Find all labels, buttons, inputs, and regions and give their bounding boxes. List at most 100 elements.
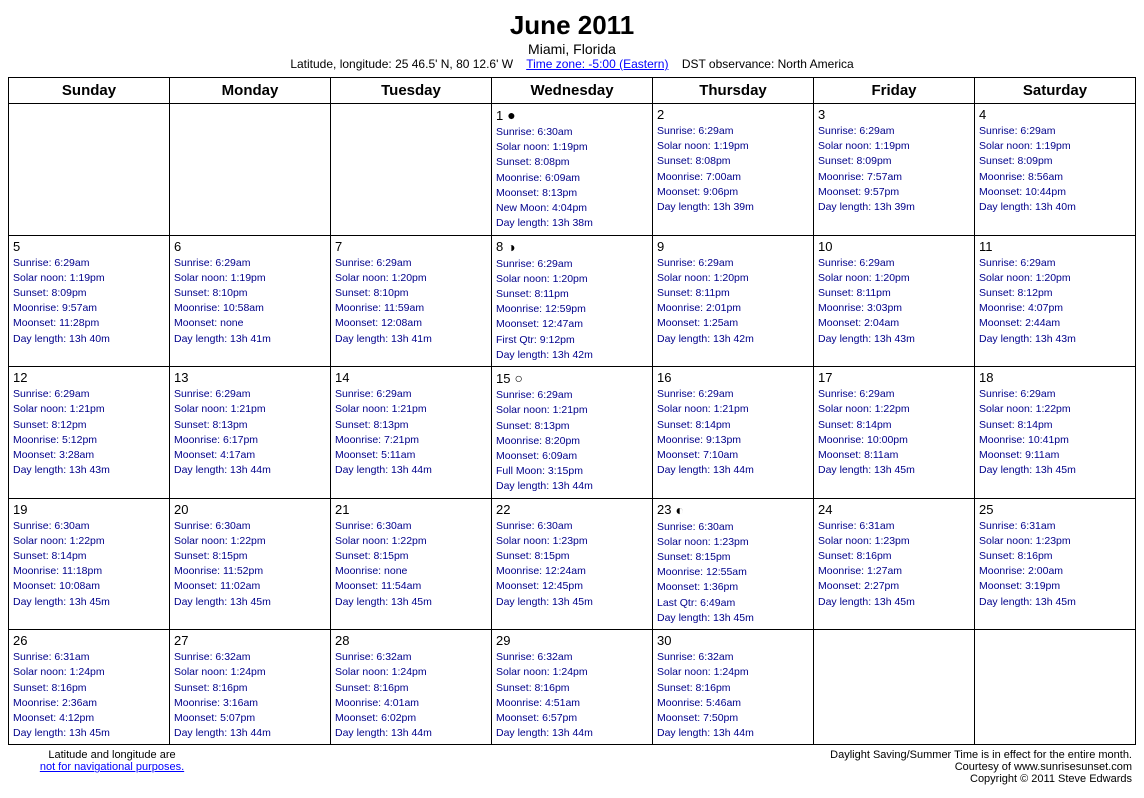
day-info-line: Solar noon: 1:21pm xyxy=(496,403,648,418)
day-cell: 3Sunrise: 6:29amSolar noon: 1:19pmSunset… xyxy=(814,104,975,236)
day-info-line: Sunset: 8:16pm xyxy=(979,549,1131,564)
day-info-line: Solar noon: 1:19pm xyxy=(818,139,970,154)
day-info-line: Moonrise: 8:56am xyxy=(979,170,1131,185)
day-cell: 22 Sunrise: 6:30amSolar noon: 1:23pmSunse… xyxy=(492,498,653,630)
day-info-line: Sunrise: 6:29am xyxy=(818,256,970,271)
day-info-line: Moonrise: 10:58am xyxy=(174,301,326,316)
day-info-line: Moonset: 11:54am xyxy=(335,579,487,594)
day-info-line: Day length: 13h 43m xyxy=(818,332,970,347)
footer-right: Daylight Saving/Summer Time is in effect… xyxy=(830,749,1132,785)
day-info-line: Solar noon: 1:21pm xyxy=(335,402,487,417)
day-info-line: Sunset: 8:16pm xyxy=(13,681,165,696)
day-cell: 18Sunrise: 6:29amSolar noon: 1:22pmSunse… xyxy=(975,367,1136,499)
day-info-line: Solar noon: 1:22pm xyxy=(979,402,1131,417)
day-info: Sunrise: 6:29amSolar noon: 1:21pmSunset:… xyxy=(174,387,326,478)
column-header-wednesday: Wednesday xyxy=(492,78,653,104)
day-info-line: Sunrise: 6:30am xyxy=(657,520,809,535)
day-info-line: Sunrise: 6:30am xyxy=(335,519,487,534)
day-info-line: Solar noon: 1:19pm xyxy=(979,139,1131,154)
day-cell: 8◑Sunrise: 6:29amSolar noon: 1:20pmSunse… xyxy=(492,235,653,367)
day-info: Sunrise: 6:30amSolar noon: 1:19pmSunset:… xyxy=(496,125,648,232)
day-info-line: Day length: 13h 44m xyxy=(335,463,487,478)
day-info: Sunrise: 6:29amSolar noon: 1:21pmSunset:… xyxy=(657,387,809,478)
day-number: 9 xyxy=(657,239,809,254)
day-number: 23◐ xyxy=(657,502,809,518)
day-info-line: Moonrise: 11:59am xyxy=(335,301,487,316)
day-info-line: Sunset: 8:14pm xyxy=(657,418,809,433)
day-info-line: Day length: 13h 45m xyxy=(818,595,970,610)
footer-copyright: Copyright © 2011 Steve Edwards xyxy=(970,773,1132,785)
day-info-line: Moonrise: 6:17pm xyxy=(174,433,326,448)
page-title: June 2011 xyxy=(8,10,1136,41)
day-info-line: Day length: 13h 45m xyxy=(496,595,648,610)
footer-nav-link[interactable]: not for navigational purposes. xyxy=(40,761,184,773)
day-info: Sunrise: 6:31amSolar noon: 1:23pmSunset:… xyxy=(818,519,970,610)
column-header-saturday: Saturday xyxy=(975,78,1136,104)
day-info-line: Moonset: 1:25am xyxy=(657,316,809,331)
day-cell: 5Sunrise: 6:29amSolar noon: 1:19pmSunset… xyxy=(9,235,170,367)
day-info: Sunrise: 6:30amSolar noon: 1:22pmSunset:… xyxy=(335,519,487,610)
day-info-line: Sunset: 8:15pm xyxy=(174,549,326,564)
day-info-line: Moonset: 3:19pm xyxy=(979,579,1131,594)
day-info-line: Sunrise: 6:29am xyxy=(174,256,326,271)
day-info-line: Moonrise: 7:00am xyxy=(657,170,809,185)
dst-label: DST observance: North America xyxy=(682,57,854,71)
day-info: Sunrise: 6:29amSolar noon: 1:21pmSunset:… xyxy=(335,387,487,478)
day-info-line: Sunset: 8:09pm xyxy=(818,154,970,169)
day-info-line: Moonset: 2:04am xyxy=(818,316,970,331)
day-info: Sunrise: 6:29amSolar noon: 1:20pmSunset:… xyxy=(979,256,1131,347)
day-info-line: Moonrise: 7:21pm xyxy=(335,433,487,448)
day-info-line: Sunset: 8:16pm xyxy=(657,681,809,696)
day-info-line: Day length: 13h 43m xyxy=(979,332,1131,347)
day-cell: 27Sunrise: 6:32amSolar noon: 1:24pmSunse… xyxy=(170,630,331,745)
calendar-header-row: SundayMondayTuesdayWednesdayThursdayFrid… xyxy=(9,78,1136,104)
footer-dst: Daylight Saving/Summer Time is in effect… xyxy=(830,749,1132,761)
day-info-line: Sunrise: 6:32am xyxy=(496,650,648,665)
day-info-line: Sunset: 8:11pm xyxy=(657,286,809,301)
day-info-line: Solar noon: 1:20pm xyxy=(657,271,809,286)
day-info-line: Day length: 13h 40m xyxy=(13,332,165,347)
day-info: Sunrise: 6:29amSolar noon: 1:22pmSunset:… xyxy=(979,387,1131,478)
day-cell: 30Sunrise: 6:32amSolar noon: 1:24pmSunse… xyxy=(653,630,814,745)
day-info-line: Solar noon: 1:20pm xyxy=(818,271,970,286)
day-info-line: Moonset: 2:27pm xyxy=(818,579,970,594)
day-number: 2 xyxy=(657,107,809,122)
day-info-line: Last Qtr: 6:49am xyxy=(657,596,809,611)
day-number: 16 xyxy=(657,370,809,385)
day-info-line: Sunset: 8:13pm xyxy=(335,418,487,433)
day-cell xyxy=(9,104,170,236)
day-cell: 24Sunrise: 6:31amSolar noon: 1:23pmSunse… xyxy=(814,498,975,630)
day-info-line: Moonrise: 4:51am xyxy=(496,696,648,711)
day-info-line: Day length: 13h 45m xyxy=(13,595,165,610)
day-info-line: Solar noon: 1:21pm xyxy=(13,402,165,417)
day-info-line: Sunrise: 6:30am xyxy=(13,519,165,534)
day-info-line: Moonrise: 5:46am xyxy=(657,696,809,711)
day-info-line: Day length: 13h 45m xyxy=(335,595,487,610)
day-info-line: Solar noon: 1:23pm xyxy=(496,534,648,549)
week-row-3: 12Sunrise: 6:29amSolar noon: 1:21pmSunse… xyxy=(9,367,1136,499)
day-info: Sunrise: 6:29amSolar noon: 1:19pmSunset:… xyxy=(818,124,970,215)
week-row-4: 19Sunrise: 6:30amSolar noon: 1:22pmSunse… xyxy=(9,498,1136,630)
day-info: Sunrise: 6:29amSolar noon: 1:20pmSunset:… xyxy=(335,256,487,347)
week-row-2: 5Sunrise: 6:29amSolar noon: 1:19pmSunset… xyxy=(9,235,1136,367)
day-info-line: Moonset: 9:06pm xyxy=(657,185,809,200)
day-info-line: Moonset: 2:44am xyxy=(979,316,1131,331)
day-info-line: Sunrise: 6:29am xyxy=(496,388,648,403)
day-number: 15○ xyxy=(496,370,648,386)
day-info-line: Solar noon: 1:19pm xyxy=(13,271,165,286)
moon-icon: ○ xyxy=(514,370,522,386)
day-info-line: New Moon: 4:04pm xyxy=(496,201,648,216)
moon-icon: ◐ xyxy=(675,502,683,518)
day-info: Sunrise: 6:30amSolar noon: 1:23pmSunset:… xyxy=(496,519,648,610)
day-info-line: Solar noon: 1:24pm xyxy=(13,665,165,680)
day-number: 22 xyxy=(496,502,648,517)
day-info-line: Solar noon: 1:22pm xyxy=(174,534,326,549)
day-info-line: Solar noon: 1:20pm xyxy=(496,272,648,287)
day-cell: 11Sunrise: 6:29amSolar noon: 1:20pmSunse… xyxy=(975,235,1136,367)
day-number: 17 xyxy=(818,370,970,385)
day-info-line: Moonrise: 11:18pm xyxy=(13,564,165,579)
timezone-link[interactable]: Time zone: -5:00 (Eastern) xyxy=(526,57,668,71)
day-number: 14 xyxy=(335,370,487,385)
day-number: 25 xyxy=(979,502,1131,517)
moon-icon: ● xyxy=(507,107,515,123)
